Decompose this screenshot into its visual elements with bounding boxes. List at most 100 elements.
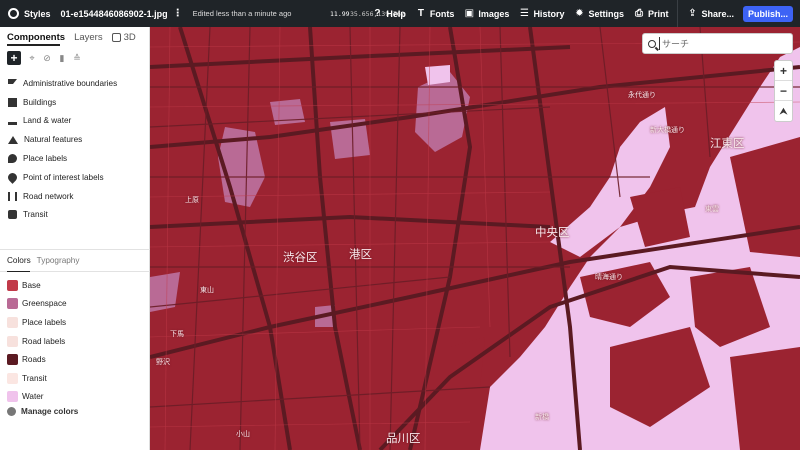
component-administrative-boundaries[interactable]: Administrative boundaries — [0, 74, 149, 93]
images-label: Images — [478, 8, 510, 19]
sidebar: Components Layers 3D + ⌖ ⊘ ▮ ≙ Administr… — [0, 27, 150, 450]
boundary-icon — [8, 78, 17, 88]
component-natural-features[interactable]: Natural features — [0, 130, 149, 149]
component-label: Natural features — [24, 135, 83, 145]
color-row-transit[interactable]: Transit — [7, 369, 147, 388]
hide-icon[interactable]: ⊘ — [42, 53, 52, 63]
map-label-shimouma: 下馬 — [170, 330, 184, 338]
styles-link[interactable]: Styles — [24, 9, 51, 19]
history-icon: ☰ — [519, 7, 529, 19]
images-button[interactable]: ▣ Images — [463, 7, 510, 20]
sidebar-divider — [0, 249, 150, 250]
color-row-greenspace[interactable]: Greenspace — [7, 295, 147, 314]
color-label: Greenspace — [22, 299, 67, 309]
fonts-button[interactable]: T Fonts — [415, 8, 455, 20]
color-swatch[interactable] — [7, 316, 18, 328]
component-poi-labels[interactable]: Point of interest labels — [0, 168, 149, 187]
share-icon: ⇪ — [688, 7, 697, 19]
history-button[interactable]: ☰ History — [518, 7, 565, 20]
search-input[interactable]: サーチ — [659, 37, 689, 50]
color-tabs: Colors Typography — [7, 256, 85, 265]
component-label: Place labels — [23, 154, 68, 164]
color-row-roads[interactable]: Roads — [7, 350, 147, 369]
top-bar: Styles 01-e1544846086902-1.jpg ⋮ Edited … — [0, 0, 800, 27]
mountain-icon — [8, 135, 18, 145]
color-row-base[interactable]: Base — [7, 276, 147, 295]
land-water-icon — [8, 116, 17, 126]
print-button[interactable]: ⎙ Print — [633, 8, 669, 20]
color-swatch[interactable] — [7, 391, 18, 403]
active-color-tab-indicator — [7, 271, 30, 272]
zoom-out-button[interactable]: − — [775, 81, 792, 101]
place-label-icon — [8, 154, 17, 164]
transit-icon — [8, 210, 17, 220]
cube-icon — [111, 33, 121, 42]
mapbox-logo-icon[interactable] — [8, 8, 19, 19]
color-row-road-labels[interactable]: Road labels — [7, 332, 147, 351]
map-label-higashi: 東山 — [200, 286, 214, 294]
compass-button[interactable]: ⮝ — [775, 101, 792, 121]
tab-layers[interactable]: Layers — [74, 32, 103, 43]
map-label-shinonome: 東雲 — [705, 205, 719, 213]
tab-typography[interactable]: Typography — [37, 256, 80, 265]
palette-icon — [7, 407, 16, 417]
images-icon: ▣ — [464, 7, 475, 19]
add-component-button[interactable]: + — [7, 51, 21, 65]
tab-3d[interactable]: 3D — [111, 32, 136, 43]
map-label-koto: 江東区 — [710, 136, 745, 150]
fonts-label: Fonts — [429, 8, 455, 19]
manage-colors-label: Manage colors — [21, 407, 79, 417]
map-canvas[interactable]: 渋谷区 港区 中央区 江東区 品川区 上原 東山 下馬 野沢 小山 永代通り 新… — [150, 27, 800, 450]
map-label-kosan: 小山 — [236, 430, 250, 438]
color-swatch[interactable] — [7, 372, 18, 384]
help-button[interactable]: ? Help — [371, 8, 406, 20]
map-search[interactable]: サーチ — [642, 33, 793, 54]
map-graphic — [150, 27, 800, 450]
color-swatch[interactable] — [7, 279, 18, 291]
color-swatch[interactable] — [7, 335, 18, 347]
help-label: Help — [386, 8, 406, 19]
color-row-place-labels[interactable]: Place labels — [7, 313, 147, 332]
map-label-kami: 上原 — [185, 196, 199, 204]
map-label-eitai: 永代通り — [628, 91, 656, 99]
color-swatch[interactable] — [7, 354, 18, 366]
zoom-readout: 11.99 — [330, 9, 350, 18]
map-label-shinohashi: 新大橋通り — [650, 126, 685, 134]
map-label-minato: 港区 — [349, 247, 372, 261]
settings-button[interactable]: ✹ Settings — [573, 8, 624, 20]
stack-icon[interactable]: ≙ — [72, 53, 82, 63]
style-name[interactable]: 01-e1544846086902-1.jpg — [61, 9, 168, 19]
map-label-nozawa: 野沢 — [156, 358, 170, 366]
tab-components[interactable]: Components — [7, 32, 65, 43]
select-icon[interactable]: ⌖ — [27, 53, 37, 63]
component-list: Administrative boundaries Buildings Land… — [0, 74, 149, 224]
map-label-harumi: 晴海通り — [595, 273, 623, 281]
component-label: Transit — [23, 210, 48, 220]
component-road-network[interactable]: Road network — [0, 187, 149, 206]
component-label: Administrative boundaries — [23, 78, 118, 88]
topbar-divider — [677, 0, 679, 27]
color-swatch[interactable] — [7, 298, 18, 310]
component-place-labels[interactable]: Place labels — [0, 149, 149, 168]
delete-icon[interactable]: ▮ — [57, 53, 67, 63]
map-label-chuo: 中央区 — [535, 225, 570, 239]
component-transit[interactable]: Transit — [0, 206, 149, 225]
manage-colors-link[interactable]: Manage colors — [7, 407, 147, 417]
style-more-menu[interactable]: ⋮ — [173, 8, 183, 19]
share-button[interactable]: ⇪ Share... — [686, 8, 734, 20]
component-toolbar: + ⌖ ⊘ ▮ ≙ — [0, 48, 149, 68]
component-label: Land & water — [23, 116, 72, 126]
component-land-water[interactable]: Land & water — [0, 112, 149, 131]
color-row-water[interactable]: Water — [7, 388, 147, 407]
settings-label: Settings — [588, 8, 624, 19]
color-label: Transit — [22, 373, 47, 383]
tab-colors[interactable]: Colors — [7, 256, 31, 265]
zoom-in-button[interactable]: + — [775, 61, 792, 81]
publish-button[interactable]: Publish... — [743, 5, 793, 22]
print-label: Print — [647, 8, 669, 19]
map-label-shinbashi: 新橋 — [535, 413, 549, 421]
edited-status: Edited less than a minute ago — [192, 9, 292, 18]
component-buildings[interactable]: Buildings — [0, 93, 149, 112]
map-label-shibuya: 渋谷区 — [283, 250, 318, 264]
poi-icon — [6, 171, 19, 184]
